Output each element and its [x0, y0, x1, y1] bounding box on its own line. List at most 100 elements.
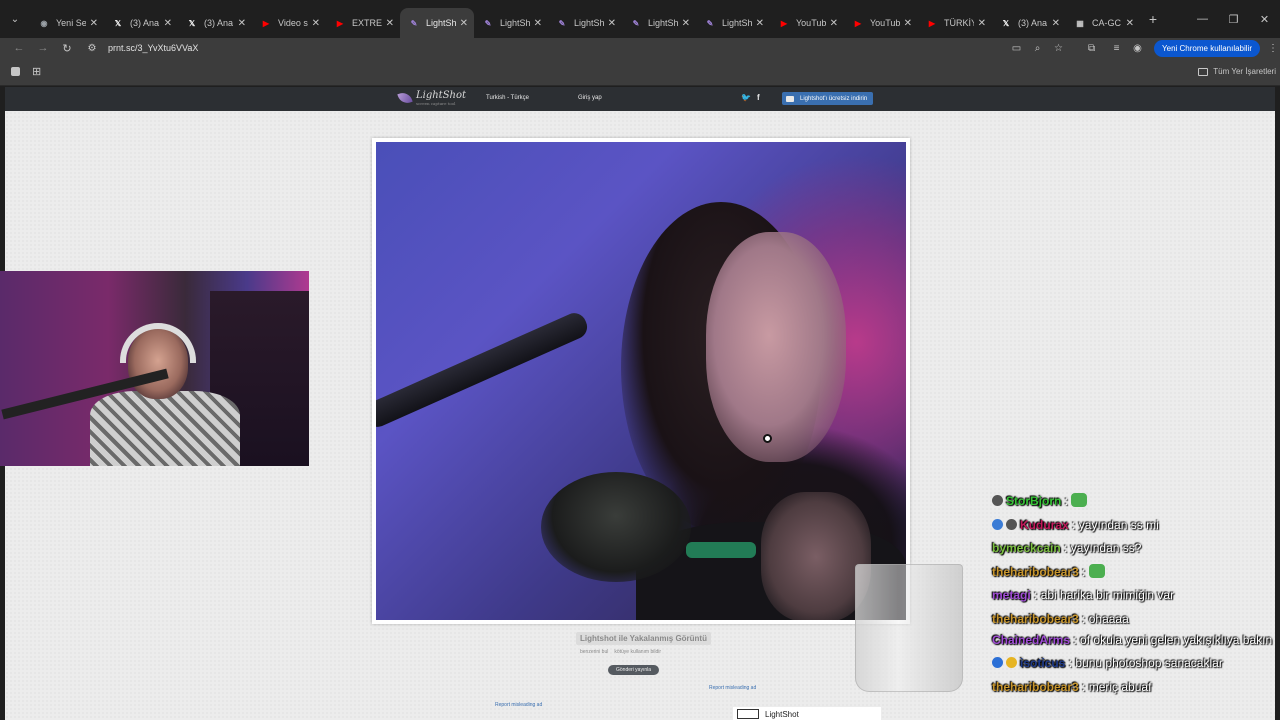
tab-9[interactable]: ✎ LightSh ✕	[696, 8, 770, 38]
forward-icon[interactable]: →	[31, 38, 55, 58]
close-tab-icon[interactable]: ✕	[386, 18, 394, 29]
chat-message: theharibobear3 : meriç abuaf	[992, 679, 1152, 694]
all-bookmarks-label: Tüm Yer İşaretleri	[1213, 67, 1276, 76]
chat-message: isoticus : bunu photoshop sanacaklar	[992, 652, 1277, 676]
site-info-icon[interactable]: ⚙	[82, 43, 102, 54]
tab-title: Video s	[278, 18, 308, 28]
close-tab-icon[interactable]: ✕	[1126, 18, 1134, 29]
close-tab-icon[interactable]: ✕	[312, 18, 320, 29]
tab-14[interactable]: ▦ CA-GC ✕	[1066, 8, 1140, 38]
cast-icon[interactable]: ▭	[1006, 43, 1027, 54]
report-ad-link-1[interactable]: Report misleading ad	[709, 685, 756, 691]
twitter-icon[interactable]: 🐦	[741, 93, 751, 102]
chat-text: yayından ss mi	[1078, 517, 1159, 532]
social-links: 🐦 f	[741, 93, 760, 102]
chat-username: Kudurax	[1020, 517, 1069, 532]
lightshot-icon: ✎	[706, 18, 714, 28]
all-bookmarks-folder[interactable]: Tüm Yer İşaretleri	[1198, 67, 1276, 76]
facebook-icon[interactable]: f	[757, 93, 760, 102]
tab-3[interactable]: ▶ Video s ✕	[252, 8, 326, 38]
bookmarks-bar: ⊞ Tüm Yer İşaretleri	[0, 58, 1280, 86]
report-abuse-link[interactable]: kötüye kullanım bildir	[614, 649, 661, 655]
tab-2[interactable]: 𝕏 (3) Ana ✕	[178, 8, 252, 38]
webcam-body	[90, 391, 240, 466]
chrome-update-button[interactable]: Yeni Chrome kullanılabilir	[1154, 39, 1260, 57]
profile-icon[interactable]: ◉	[1127, 43, 1148, 54]
close-window-icon[interactable]: ✕	[1249, 0, 1280, 38]
screenshot-image[interactable]	[376, 142, 906, 620]
close-tab-icon[interactable]: ✕	[1052, 18, 1060, 29]
close-tab-icon[interactable]: ✕	[460, 18, 468, 29]
chat-text: ohaaaa	[1088, 611, 1129, 626]
extensions-icon[interactable]: ⧉	[1081, 43, 1102, 54]
lightshot-icon: ✎	[410, 18, 418, 28]
close-tab-icon[interactable]: ✕	[756, 18, 764, 29]
tab-title: Yeni Se	[56, 18, 86, 28]
tab-6[interactable]: ✎ LightSh ✕	[474, 8, 548, 38]
chat-message: theharibobear3 : ohaaaa	[992, 611, 1129, 626]
chat-text: meriç abuaf	[1088, 679, 1152, 694]
sidebar-icon[interactable]	[11, 67, 20, 76]
url-text[interactable]: prnt.sc/3_YvXtu6VVaX	[108, 43, 198, 53]
tab-7[interactable]: ✎ LightSh ✕	[548, 8, 622, 38]
chat-message: StorBjorn :	[992, 490, 1277, 514]
back-icon[interactable]: ←	[7, 38, 31, 58]
tab-10[interactable]: ▶ YouTub ✕	[770, 8, 844, 38]
address-bar[interactable]: ⚙ prnt.sc/3_YvXtu6VVaX	[82, 38, 997, 58]
feather-icon	[397, 90, 413, 106]
chat-username: theharibobear3	[992, 564, 1079, 579]
find-similar-link[interactable]: benzerini bul	[580, 649, 608, 655]
tab-4[interactable]: ▶ EXTREM ✕	[326, 8, 400, 38]
menu-kebab-icon[interactable]: ⋮	[1266, 43, 1280, 54]
close-tab-icon[interactable]: ✕	[978, 18, 986, 29]
tab-12[interactable]: ▶ TÜRKİY ✕	[918, 8, 992, 38]
close-tab-icon[interactable]: ✕	[238, 18, 246, 29]
chat-badge-icon	[992, 495, 1003, 506]
chat-username: theharibobear3	[992, 611, 1079, 626]
download-button[interactable]: Lightshot'ı ücretsiz indirin	[782, 92, 874, 105]
zoom-icon[interactable]: ⌕	[1027, 43, 1048, 54]
report-ad-link-2[interactable]: Report misleading ad	[495, 702, 542, 708]
download-label: Lightshot'ı ücretsiz indirin	[800, 95, 868, 102]
tab-search-chevron-icon[interactable]: ⌄	[0, 0, 30, 38]
close-tab-icon[interactable]: ✕	[904, 18, 912, 29]
tab-11[interactable]: ▶ YouTub ✕	[844, 8, 918, 38]
lightshot-logo[interactable]: LightShot screen capture tool	[397, 90, 467, 106]
webcam-overlay	[0, 271, 309, 466]
chat-username: ChainedArms	[992, 633, 1071, 647]
media-icon[interactable]: ≡	[1106, 43, 1127, 54]
chat-username: theharibobear3	[992, 679, 1079, 694]
lightshot-icon: ✎	[558, 18, 566, 28]
tab-title: LightSh	[722, 18, 752, 28]
close-tab-icon[interactable]: ✕	[830, 18, 838, 29]
close-tab-icon[interactable]: ✕	[90, 18, 98, 29]
tab-1[interactable]: 𝕏 (3) Ana ✕	[104, 8, 178, 38]
chat-badge-icon	[1006, 657, 1017, 668]
logo-text: LightShot	[416, 90, 467, 101]
image-face	[706, 232, 846, 462]
tab-8[interactable]: ✎ LightSh ✕	[622, 8, 696, 38]
new-tab-button[interactable]: +	[1140, 0, 1166, 38]
tab-0[interactable]: ◉ Yeni Se ✕	[30, 8, 104, 38]
minimize-icon[interactable]: —	[1187, 0, 1218, 38]
tab-5[interactable]: ✎ LightSh ✕	[400, 8, 474, 38]
chat-message: bymeckcain : yayından ss?	[992, 541, 1142, 555]
tab-13[interactable]: 𝕏 (3) Ana ✕	[992, 8, 1066, 38]
restore-icon[interactable]: ❐	[1218, 0, 1249, 38]
chat-message: metagi : abi harika bir mimiğin var	[992, 588, 1175, 602]
tweet-button[interactable]: Gönderi yayınla	[608, 665, 660, 675]
close-tab-icon[interactable]: ✕	[164, 18, 172, 29]
login-link[interactable]: Giriş yap	[578, 95, 602, 101]
tab-title: LightSh	[648, 18, 678, 28]
lightshot-ad-card[interactable]: LightShot	[733, 707, 881, 720]
lightshot-header: LightShot screen capture tool Turkish - …	[5, 87, 1275, 111]
chat-username: metagi	[992, 588, 1031, 602]
bookmark-star-icon[interactable]: ☆	[1048, 43, 1069, 54]
close-tab-icon[interactable]: ✕	[608, 18, 616, 29]
reload-icon[interactable]: ↻	[55, 38, 79, 58]
language-selector[interactable]: Turkish - Türkçe	[486, 95, 529, 101]
tab-title: LightSh	[426, 18, 456, 28]
close-tab-icon[interactable]: ✕	[534, 18, 542, 29]
close-tab-icon[interactable]: ✕	[682, 18, 690, 29]
apps-grid-icon[interactable]: ⊞	[32, 65, 41, 78]
